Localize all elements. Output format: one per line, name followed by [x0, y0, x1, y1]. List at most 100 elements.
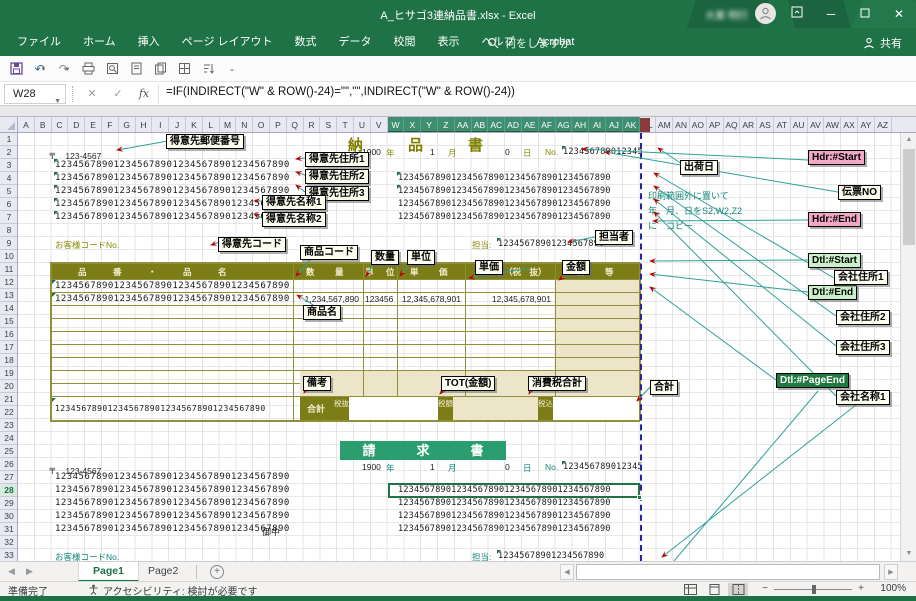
- callout-dtl-start[interactable]: Dtl:#Start: [808, 253, 861, 268]
- row-header-5[interactable]: 5: [0, 185, 18, 198]
- callout-unit[interactable]: 単位: [407, 250, 435, 265]
- table-price[interactable]: 12,345,678,901: [397, 294, 461, 304]
- callout-total[interactable]: 合計: [650, 380, 678, 395]
- cell-addr-line[interactable]: 1234567890123456789012345678901234567890: [55, 511, 290, 521]
- column-header-Q[interactable]: Q: [287, 117, 304, 133]
- column-header-A[interactable]: A: [18, 117, 35, 133]
- row-header-26[interactable]: 26: [0, 458, 18, 471]
- row-header-12[interactable]: 12: [0, 276, 18, 289]
- row-header-31[interactable]: 31: [0, 523, 18, 536]
- column-header-AV[interactable]: AV: [808, 117, 825, 133]
- column-header-AA[interactable]: AA: [455, 117, 472, 133]
- column-header-AN[interactable]: AN: [673, 117, 690, 133]
- form2-day[interactable]: 0: [505, 462, 510, 472]
- form1-tanto-value[interactable]: 12345678901234567890: [498, 239, 604, 249]
- row-header-1[interactable]: 1: [0, 133, 18, 146]
- row-header-14[interactable]: 14: [0, 302, 18, 315]
- column-header-AP[interactable]: AP: [707, 117, 724, 133]
- callout-item-code[interactable]: 商品コード: [300, 245, 358, 260]
- form1-no-value[interactable]: 123456789012345: [563, 147, 643, 157]
- column-header-C[interactable]: C: [52, 117, 69, 133]
- callout-slip-no[interactable]: 伝票NO: [838, 185, 881, 200]
- scroll-down-icon[interactable]: ▼: [901, 547, 916, 561]
- scroll-up-icon[interactable]: ▲: [901, 133, 916, 147]
- cell-company-line[interactable]: 1234567890123456789012345678901234567890: [398, 511, 611, 521]
- tab-insert[interactable]: 挿入: [127, 28, 171, 56]
- normal-view-icon[interactable]: [680, 583, 700, 596]
- callout-addr2[interactable]: 得意先住所2: [305, 169, 369, 184]
- cell-addr-line[interactable]: 1234567890123456789012345678901234567890: [55, 186, 290, 196]
- column-header-AK[interactable]: AK: [623, 117, 640, 133]
- scroll-right-icon[interactable]: ▶: [884, 564, 898, 580]
- row-header-6[interactable]: 6: [0, 198, 18, 211]
- zoom-out-button[interactable]: −: [762, 583, 768, 594]
- zoom-level[interactable]: 100%: [880, 583, 906, 594]
- tab-view[interactable]: 表示: [427, 28, 471, 56]
- fill-handle[interactable]: [637, 495, 642, 500]
- form2-tanto-value[interactable]: 12345678901234567890: [498, 551, 604, 561]
- tab-data[interactable]: データ: [328, 28, 383, 56]
- callout-addr1[interactable]: 得意先住所1: [305, 152, 369, 167]
- callout-remark[interactable]: 備考: [303, 376, 331, 391]
- column-header-F[interactable]: F: [102, 117, 119, 133]
- form2-onchu[interactable]: 御中: [262, 525, 280, 538]
- callout-price[interactable]: 単価: [475, 260, 503, 275]
- copy-doc-icon[interactable]: [150, 59, 170, 79]
- column-header-AX[interactable]: AX: [841, 117, 858, 133]
- row-header-24[interactable]: 24: [0, 432, 18, 445]
- column-header-AE[interactable]: AE: [522, 117, 539, 133]
- cell-company-line[interactable]: 1234567890123456789012345678901234567890: [398, 498, 611, 508]
- column-header-O[interactable]: O: [253, 117, 270, 133]
- cell-addr-line[interactable]: 1234567890123456789012345678901234567890: [55, 524, 290, 534]
- row-header-8[interactable]: 8: [0, 224, 18, 237]
- new-sheet-button[interactable]: +: [210, 565, 224, 579]
- tab-file[interactable]: ファイル: [6, 28, 72, 56]
- row-header-19[interactable]: 19: [0, 367, 18, 380]
- table-qty[interactable]: 1,234,567,890: [293, 294, 359, 304]
- callout-dtl-pageend[interactable]: Dtl:#PageEnd: [776, 373, 849, 388]
- column-header-J[interactable]: J: [169, 117, 186, 133]
- cell-company-line[interactable]: 1234567890123456789012345678901234567890: [398, 199, 611, 209]
- column-header-AY[interactable]: AY: [858, 117, 875, 133]
- callout-hdr-end[interactable]: Hdr:#End: [808, 212, 861, 227]
- column-header-X[interactable]: X: [404, 117, 421, 133]
- form2-month[interactable]: 1: [430, 462, 435, 472]
- undo-icon[interactable]: ↶▾: [30, 59, 50, 79]
- column-header-W[interactable]: W: [388, 117, 405, 133]
- page-break-view-icon[interactable]: [728, 583, 748, 596]
- column-header-T[interactable]: T: [337, 117, 354, 133]
- redo-icon[interactable]: ↷▾: [54, 59, 74, 79]
- column-header-Z[interactable]: Z: [438, 117, 455, 133]
- callout-hdr-start[interactable]: Hdr:#Start: [808, 150, 865, 165]
- maximize-button[interactable]: [848, 0, 882, 28]
- callout-dtl-end[interactable]: Dtl:#End: [808, 285, 857, 300]
- insert-cells-icon[interactable]: [174, 59, 194, 79]
- sheet-grid[interactable]: 品 番 ・ 品 名 数 量 単 位 単 価 （税 抜） 税 等 納 品 書 〒 …: [18, 133, 900, 561]
- row-header-11[interactable]: 11: [0, 263, 18, 276]
- column-header-AS[interactable]: AS: [757, 117, 774, 133]
- user-avatar[interactable]: [755, 3, 776, 24]
- tab-review[interactable]: 校閲: [383, 28, 427, 56]
- cell-addr-line[interactable]: 1234567890123456789012345678901234567890: [55, 160, 290, 170]
- callout-postal[interactable]: 得意先郵便番号: [166, 134, 244, 149]
- horizontal-scroll-thumb[interactable]: [576, 564, 880, 580]
- column-header-Y[interactable]: Y: [421, 117, 438, 133]
- row-header-9[interactable]: 9: [0, 237, 18, 250]
- active-cell-selection[interactable]: [388, 483, 640, 498]
- row-header-18[interactable]: 18: [0, 354, 18, 367]
- callout-amount[interactable]: 金額: [562, 260, 590, 275]
- select-all-button[interactable]: [0, 117, 18, 133]
- column-header-AF[interactable]: AF: [539, 117, 556, 133]
- row-header-23[interactable]: 23: [0, 419, 18, 432]
- form1-title[interactable]: 納 品 書: [348, 134, 498, 155]
- callout-ship-date[interactable]: 出荷日: [680, 160, 718, 175]
- row-header-29[interactable]: 29: [0, 497, 18, 510]
- row-header-13[interactable]: 13: [0, 289, 18, 302]
- column-header-E[interactable]: E: [85, 117, 102, 133]
- row-header-25[interactable]: 25: [0, 445, 18, 458]
- remark-cell[interactable]: 1234567890123456789012345678901234567890: [55, 404, 266, 413]
- column-header-AJ[interactable]: AJ: [606, 117, 623, 133]
- row-header-16[interactable]: 16: [0, 328, 18, 341]
- cell-addr-line[interactable]: 1234567890123456789012345678901234567890: [55, 212, 290, 222]
- zoom-in-button[interactable]: +: [858, 583, 864, 594]
